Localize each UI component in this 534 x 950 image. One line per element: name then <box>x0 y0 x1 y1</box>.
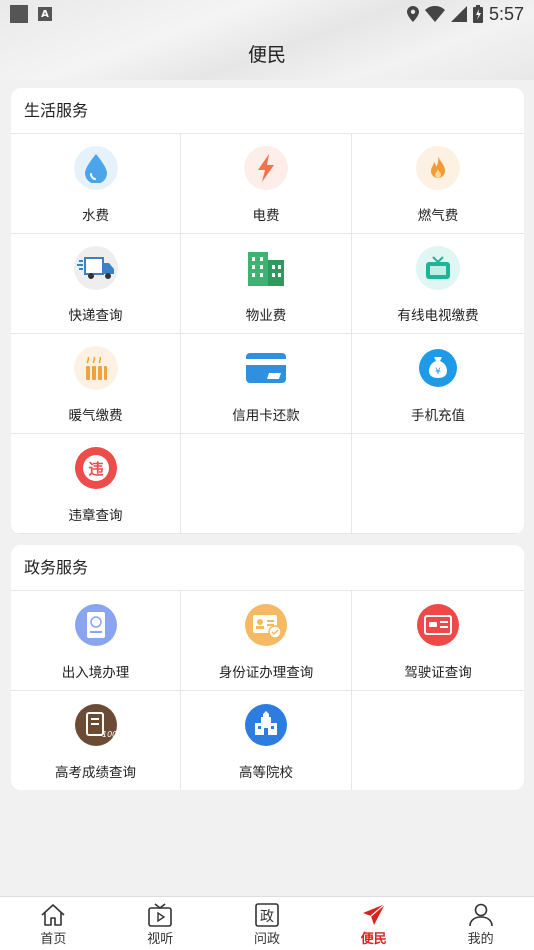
flame-icon <box>416 146 460 190</box>
gas-fee-item[interactable]: 燃气费 <box>352 134 524 234</box>
id-card-icon <box>244 603 288 647</box>
nav-mine[interactable]: 我的 <box>427 897 534 950</box>
cable-tv-fee-item[interactable]: 有线电视缴费 <box>352 234 524 334</box>
person-icon <box>468 903 493 927</box>
driver-license-icon <box>416 603 460 647</box>
tv-icon <box>416 246 460 290</box>
send-icon <box>362 903 386 925</box>
gov-services-title: 政务服务 <box>11 545 524 591</box>
building-icon <box>244 246 288 290</box>
wifi-icon <box>424 6 445 22</box>
phone-recharge-item[interactable]: ¥ 手机充值 <box>352 334 524 434</box>
svg-text:100: 100 <box>102 730 117 739</box>
exam-score-query-item[interactable]: 100 高考成绩查询 <box>11 691 181 790</box>
heater-icon <box>73 346 118 390</box>
delivery-truck-icon <box>73 246 118 290</box>
battery-icon <box>472 5 483 23</box>
page-title: 便民 <box>247 44 286 66</box>
electricity-fee-item[interactable]: 电费 <box>181 134 352 234</box>
university-icon <box>244 703 288 747</box>
id-card-query-item[interactable]: 身份证办理查询 <box>181 591 352 691</box>
empty-cell <box>352 691 524 790</box>
nav-home[interactable]: 首页 <box>0 897 107 950</box>
notification-icon <box>10 5 28 23</box>
status-time: 5:57 <box>488 3 524 24</box>
money-bag-icon: ¥ <box>416 346 460 390</box>
water-drop-icon <box>73 146 118 190</box>
nav-convenience[interactable]: 便民 <box>320 897 427 950</box>
university-item[interactable]: 高等院校 <box>181 691 352 790</box>
water-fee-item[interactable]: 水费 <box>11 134 181 234</box>
home-icon <box>41 904 65 926</box>
svg-text:¥: ¥ <box>435 367 441 377</box>
politics-icon: 政 <box>255 903 279 927</box>
life-services-card: 生活服务 水费 电费 燃气费 快递查询 物业费 有线电视缴费 暖气缴费 信用卡还… <box>11 88 524 534</box>
exam-score-icon: 100 <box>74 703 118 747</box>
nav-politics[interactable]: 政 问政 <box>214 897 321 950</box>
violation-icon: 违 <box>74 446 118 490</box>
heating-fee-item[interactable]: 暖气缴费 <box>11 334 181 434</box>
svg-text:违: 违 <box>88 460 103 478</box>
location-icon <box>406 6 419 22</box>
signal-icon <box>450 6 467 22</box>
empty-cell <box>181 434 352 534</box>
violation-query-item[interactable]: 违 违章查询 <box>11 434 181 534</box>
credit-card-repay-item[interactable]: 信用卡还款 <box>181 334 352 434</box>
nav-video[interactable]: 视听 <box>107 897 214 950</box>
font-notification-icon: A <box>38 7 52 21</box>
property-fee-item[interactable]: 物业费 <box>181 234 352 334</box>
lightning-icon <box>244 146 288 190</box>
express-query-item[interactable]: 快递查询 <box>11 234 181 334</box>
life-services-title: 生活服务 <box>11 88 524 134</box>
header: A 5:57 便民 <box>0 0 534 80</box>
exit-entry-item[interactable]: 出入境办理 <box>11 591 181 691</box>
bottom-nav: 首页 视听 政 问政 便民 我的 <box>0 896 534 950</box>
passport-icon <box>74 603 118 647</box>
status-bar: A 5:57 <box>0 0 534 28</box>
credit-card-icon <box>244 346 288 390</box>
driver-license-query-item[interactable]: 驾驶证查询 <box>352 591 524 691</box>
svg-text:政: 政 <box>260 909 274 925</box>
empty-cell <box>352 434 524 534</box>
gov-services-card: 政务服务 出入境办理 身份证办理查询 驾驶证查询 100 高考成绩查询 高等院校 <box>11 545 524 790</box>
video-icon <box>148 903 172 927</box>
